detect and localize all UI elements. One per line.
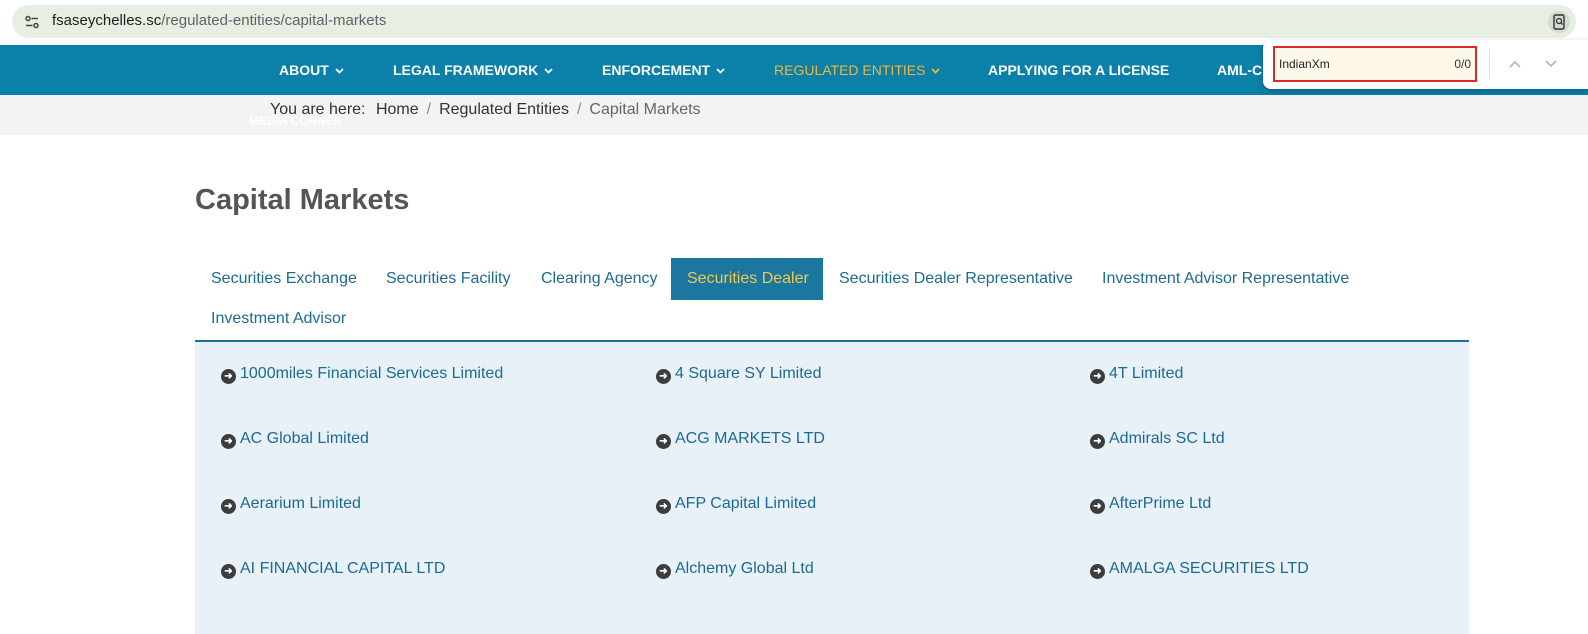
- nav-item-label: ENFORCEMENT: [602, 62, 711, 78]
- list-item[interactable]: ➜ 1000miles Financial Services Limited: [221, 365, 503, 384]
- list-item[interactable]: ➜ AC Global Limited: [221, 430, 369, 449]
- chevron-up-icon: [1509, 60, 1521, 68]
- entity-link[interactable]: Aerarium Limited: [240, 495, 361, 512]
- page-title: Capital Markets: [195, 184, 410, 216]
- arrow-right-circle-icon: ➜: [656, 369, 671, 384]
- find-previous-button[interactable]: [1505, 54, 1525, 74]
- arrow-right-circle-icon: ➜: [656, 564, 671, 579]
- url-text[interactable]: fsaseychelles.sc/regulated-entities/capi…: [52, 12, 386, 30]
- tab-securities-facility[interactable]: Securities Facility: [370, 258, 526, 300]
- list-item[interactable]: ➜ AfterPrime Ltd: [1090, 495, 1211, 514]
- tab-investment-advisor[interactable]: Investment Advisor: [195, 298, 362, 340]
- breadcrumb: You are here: Home / Regulated Entities / Ca…: [270, 101, 701, 119]
- entity-link[interactable]: AfterPrime Ltd: [1109, 495, 1211, 512]
- find-divider: [1489, 49, 1490, 79]
- chevron-down-icon: [335, 68, 344, 74]
- list-item[interactable]: ➜ ACG MARKETS LTD: [656, 430, 825, 449]
- arrow-right-circle-icon: ➜: [656, 499, 671, 514]
- page-root: fsaseychelles.sc/regulated-entities/capi…: [0, 0, 1588, 634]
- nav-item-legal-framework[interactable]: LEGAL FRAMEWORK: [393, 62, 553, 78]
- list-item[interactable]: ➜ AI FINANCIAL CAPITAL LTD: [221, 560, 445, 579]
- chevron-down-icon: [544, 68, 553, 74]
- find-bar: IndianXm 0/0: [1263, 40, 1588, 89]
- list-item[interactable]: ➜ Aerarium Limited: [221, 495, 361, 514]
- nav-item-label: REGULATED ENTITIES: [774, 62, 926, 78]
- find-input[interactable]: IndianXm 0/0: [1273, 46, 1477, 82]
- breadcrumb-current: Capital Markets: [589, 101, 701, 118]
- nav-item-label: ABOUT: [279, 62, 329, 78]
- list-item[interactable]: ➜ AMALGA SECURITIES LTD: [1090, 560, 1309, 579]
- nav-item-about[interactable]: ABOUT: [279, 62, 344, 78]
- find-next-button[interactable]: [1541, 54, 1561, 74]
- chevron-down-icon: [716, 68, 725, 74]
- category-tabs: Securities Exchange Securities Facility …: [195, 258, 1469, 342]
- find-in-page-icon[interactable]: [1548, 11, 1570, 33]
- browser-address-bar: fsaseychelles.sc/regulated-entities/capi…: [0, 0, 1588, 45]
- breadcrumb-strip: MEDIA CORNER You are here: Home / Regulate…: [0, 95, 1588, 135]
- arrow-right-circle-icon: ➜: [221, 499, 236, 514]
- url-domain: fsaseychelles.sc: [52, 12, 162, 29]
- arrow-right-circle-icon: ➜: [221, 564, 236, 579]
- entity-link[interactable]: ACG MARKETS LTD: [675, 430, 825, 447]
- breadcrumb-prefix: You are here:: [270, 101, 366, 118]
- entity-list: ➜ 1000miles Financial Services Limited ➜ 4…: [195, 342, 1469, 634]
- list-item[interactable]: ➜ AFP Capital Limited: [656, 495, 816, 514]
- nav-item-label: LEGAL FRAMEWORK: [393, 62, 539, 78]
- list-item[interactable]: ➜ 4 Square SY Limited: [656, 365, 821, 384]
- breadcrumb-home[interactable]: Home: [376, 101, 419, 118]
- breadcrumb-regulated-entities[interactable]: Regulated Entities: [439, 101, 569, 118]
- nav-item-aml[interactable]: AML-C: [1217, 62, 1262, 78]
- breadcrumb-separator: /: [576, 101, 582, 118]
- tab-securities-exchange[interactable]: Securities Exchange: [195, 258, 373, 300]
- arrow-right-circle-icon: ➜: [1090, 564, 1105, 579]
- arrow-right-circle-icon: ➜: [656, 434, 671, 449]
- list-item[interactable]: ➜ 4T Limited: [1090, 365, 1183, 384]
- tab-securities-dealer[interactable]: Securities Dealer: [671, 258, 823, 300]
- nav-item-applying-for-license[interactable]: APPLYING FOR A LICENSE: [988, 62, 1169, 78]
- entity-link[interactable]: AMALGA SECURITIES LTD: [1109, 560, 1309, 577]
- entity-link[interactable]: AI FINANCIAL CAPITAL LTD: [240, 560, 445, 577]
- tab-clearing-agency[interactable]: Clearing Agency: [525, 258, 674, 300]
- breadcrumb-separator: /: [426, 101, 432, 118]
- find-query: IndianXm: [1279, 57, 1330, 71]
- nav-item-regulated-entities[interactable]: REGULATED ENTITIES: [774, 62, 941, 78]
- omnibox[interactable]: fsaseychelles.sc/regulated-entities/capi…: [12, 5, 1576, 38]
- entity-link[interactable]: AC Global Limited: [240, 430, 369, 447]
- url-path: /regulated-entities/capital-markets: [161, 12, 387, 29]
- nav-item-enforcement[interactable]: ENFORCEMENT: [602, 62, 725, 78]
- tab-securities-dealer-representative[interactable]: Securities Dealer Representative: [823, 258, 1089, 300]
- arrow-right-circle-icon: ➜: [221, 369, 236, 384]
- list-item[interactable]: ➜ Alchemy Global Ltd: [656, 560, 814, 579]
- arrow-right-circle-icon: ➜: [1090, 499, 1105, 514]
- arrow-right-circle-icon: ➜: [1090, 434, 1105, 449]
- tab-investment-advisor-representative[interactable]: Investment Advisor Representative: [1086, 258, 1365, 300]
- find-match-count: 0/0: [1454, 57, 1471, 71]
- nav-item-label: APPLYING FOR A LICENSE: [988, 62, 1170, 78]
- entity-link[interactable]: 4T Limited: [1109, 365, 1183, 382]
- entity-link[interactable]: Alchemy Global Ltd: [675, 560, 814, 577]
- entity-link[interactable]: AFP Capital Limited: [675, 495, 816, 512]
- chevron-down-icon: [931, 68, 941, 74]
- nav-item-label: AML-C: [1217, 62, 1263, 78]
- chevron-down-icon: [1545, 60, 1557, 68]
- arrow-right-circle-icon: ➜: [221, 434, 236, 449]
- site-settings-icon[interactable]: [24, 14, 40, 30]
- arrow-right-circle-icon: ➜: [1090, 369, 1105, 384]
- entity-link[interactable]: Admirals SC Ltd: [1109, 430, 1225, 447]
- entity-link[interactable]: 4 Square SY Limited: [675, 365, 821, 382]
- list-item[interactable]: ➜ Admirals SC Ltd: [1090, 430, 1225, 449]
- entity-link[interactable]: 1000miles Financial Services Limited: [240, 365, 503, 382]
